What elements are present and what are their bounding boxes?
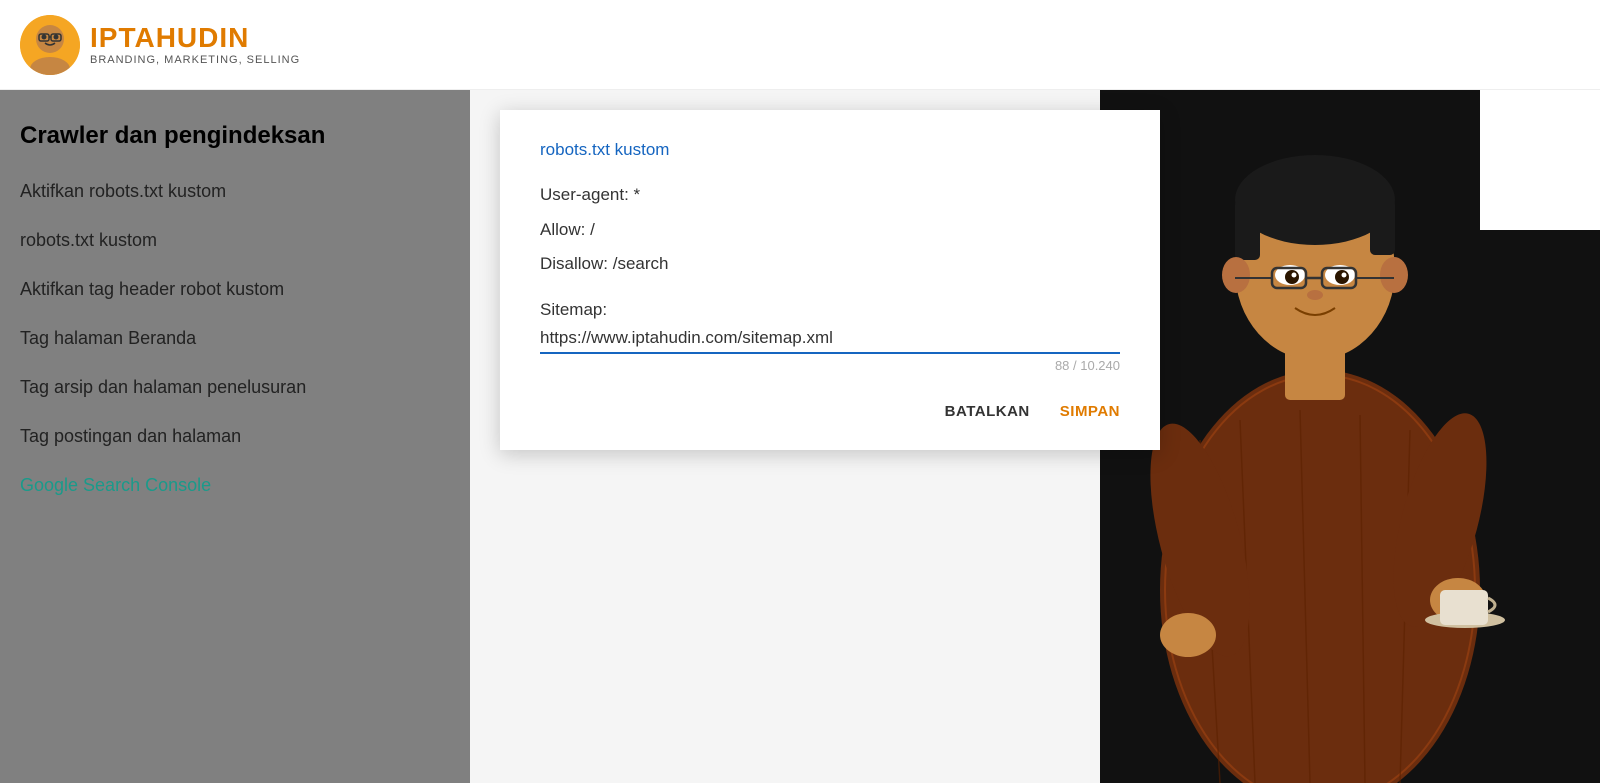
sidebar-item-aktifkan-tag[interactable]: Aktifkan tag header robot kustom (20, 279, 450, 300)
sidebar-title: Crawler dan pengindeksan (20, 120, 450, 151)
sidebar-item-robots-kustom[interactable]: robots.txt kustom (20, 230, 450, 251)
logo-text-block: IPTAHUDIN BRANDING, MARKETING, SELLING (90, 24, 300, 66)
logo-area: IPTAHUDIN BRANDING, MARKETING, SELLING (20, 15, 300, 75)
sitemap-input[interactable] (540, 324, 1120, 354)
robots-line3: Disallow: /search (540, 249, 1120, 280)
dialog-robots-content: User-agent: * Allow: / Disallow: /search (540, 180, 1120, 280)
main-content: Crawler dan pengindeksan Aktifkan robots… (0, 90, 1600, 783)
dialog-actions: BATALKAN SIMPAN (540, 403, 1120, 420)
logo-title-text: IPTAHUDIN (90, 22, 249, 53)
sidebar-item-tag-postingan[interactable]: Tag postingan dan halaman (20, 426, 450, 447)
person-svg (1100, 90, 1600, 783)
content-area: robots.txt kustom User-agent: * Allow: /… (470, 90, 1600, 783)
sidebar-item-google-search-console[interactable]: Google Search Console (20, 475, 450, 496)
sidebar-item-tag-beranda[interactable]: Tag halaman Beranda (20, 328, 450, 349)
robots-line2: Allow: / (540, 215, 1120, 246)
logo-avatar (20, 15, 80, 75)
logo-title: IPTAHUDIN (90, 24, 300, 52)
sidebar: Crawler dan pengindeksan Aktifkan robots… (0, 90, 470, 783)
save-button[interactable]: SIMPAN (1060, 403, 1120, 420)
dialog-title: robots.txt kustom (540, 140, 1120, 160)
sitemap-label: Sitemap: (540, 300, 1120, 320)
header: IPTAHUDIN BRANDING, MARKETING, SELLING (0, 0, 1600, 90)
sidebar-item-tag-arsip[interactable]: Tag arsip dan halaman penelusuran (20, 377, 450, 398)
dialog-robots-txt: robots.txt kustom User-agent: * Allow: /… (500, 110, 1160, 450)
person-image-area (1100, 90, 1600, 783)
cancel-button[interactable]: BATALKAN (945, 403, 1030, 420)
logo-subtitle: BRANDING, MARKETING, SELLING (90, 54, 300, 66)
robots-line1: User-agent: * (540, 180, 1120, 211)
char-count: 88 / 10.240 (540, 358, 1120, 373)
sidebar-item-aktifkan-robots[interactable]: Aktifkan robots.txt kustom (20, 181, 450, 202)
sitemap-input-wrapper (540, 324, 1120, 354)
